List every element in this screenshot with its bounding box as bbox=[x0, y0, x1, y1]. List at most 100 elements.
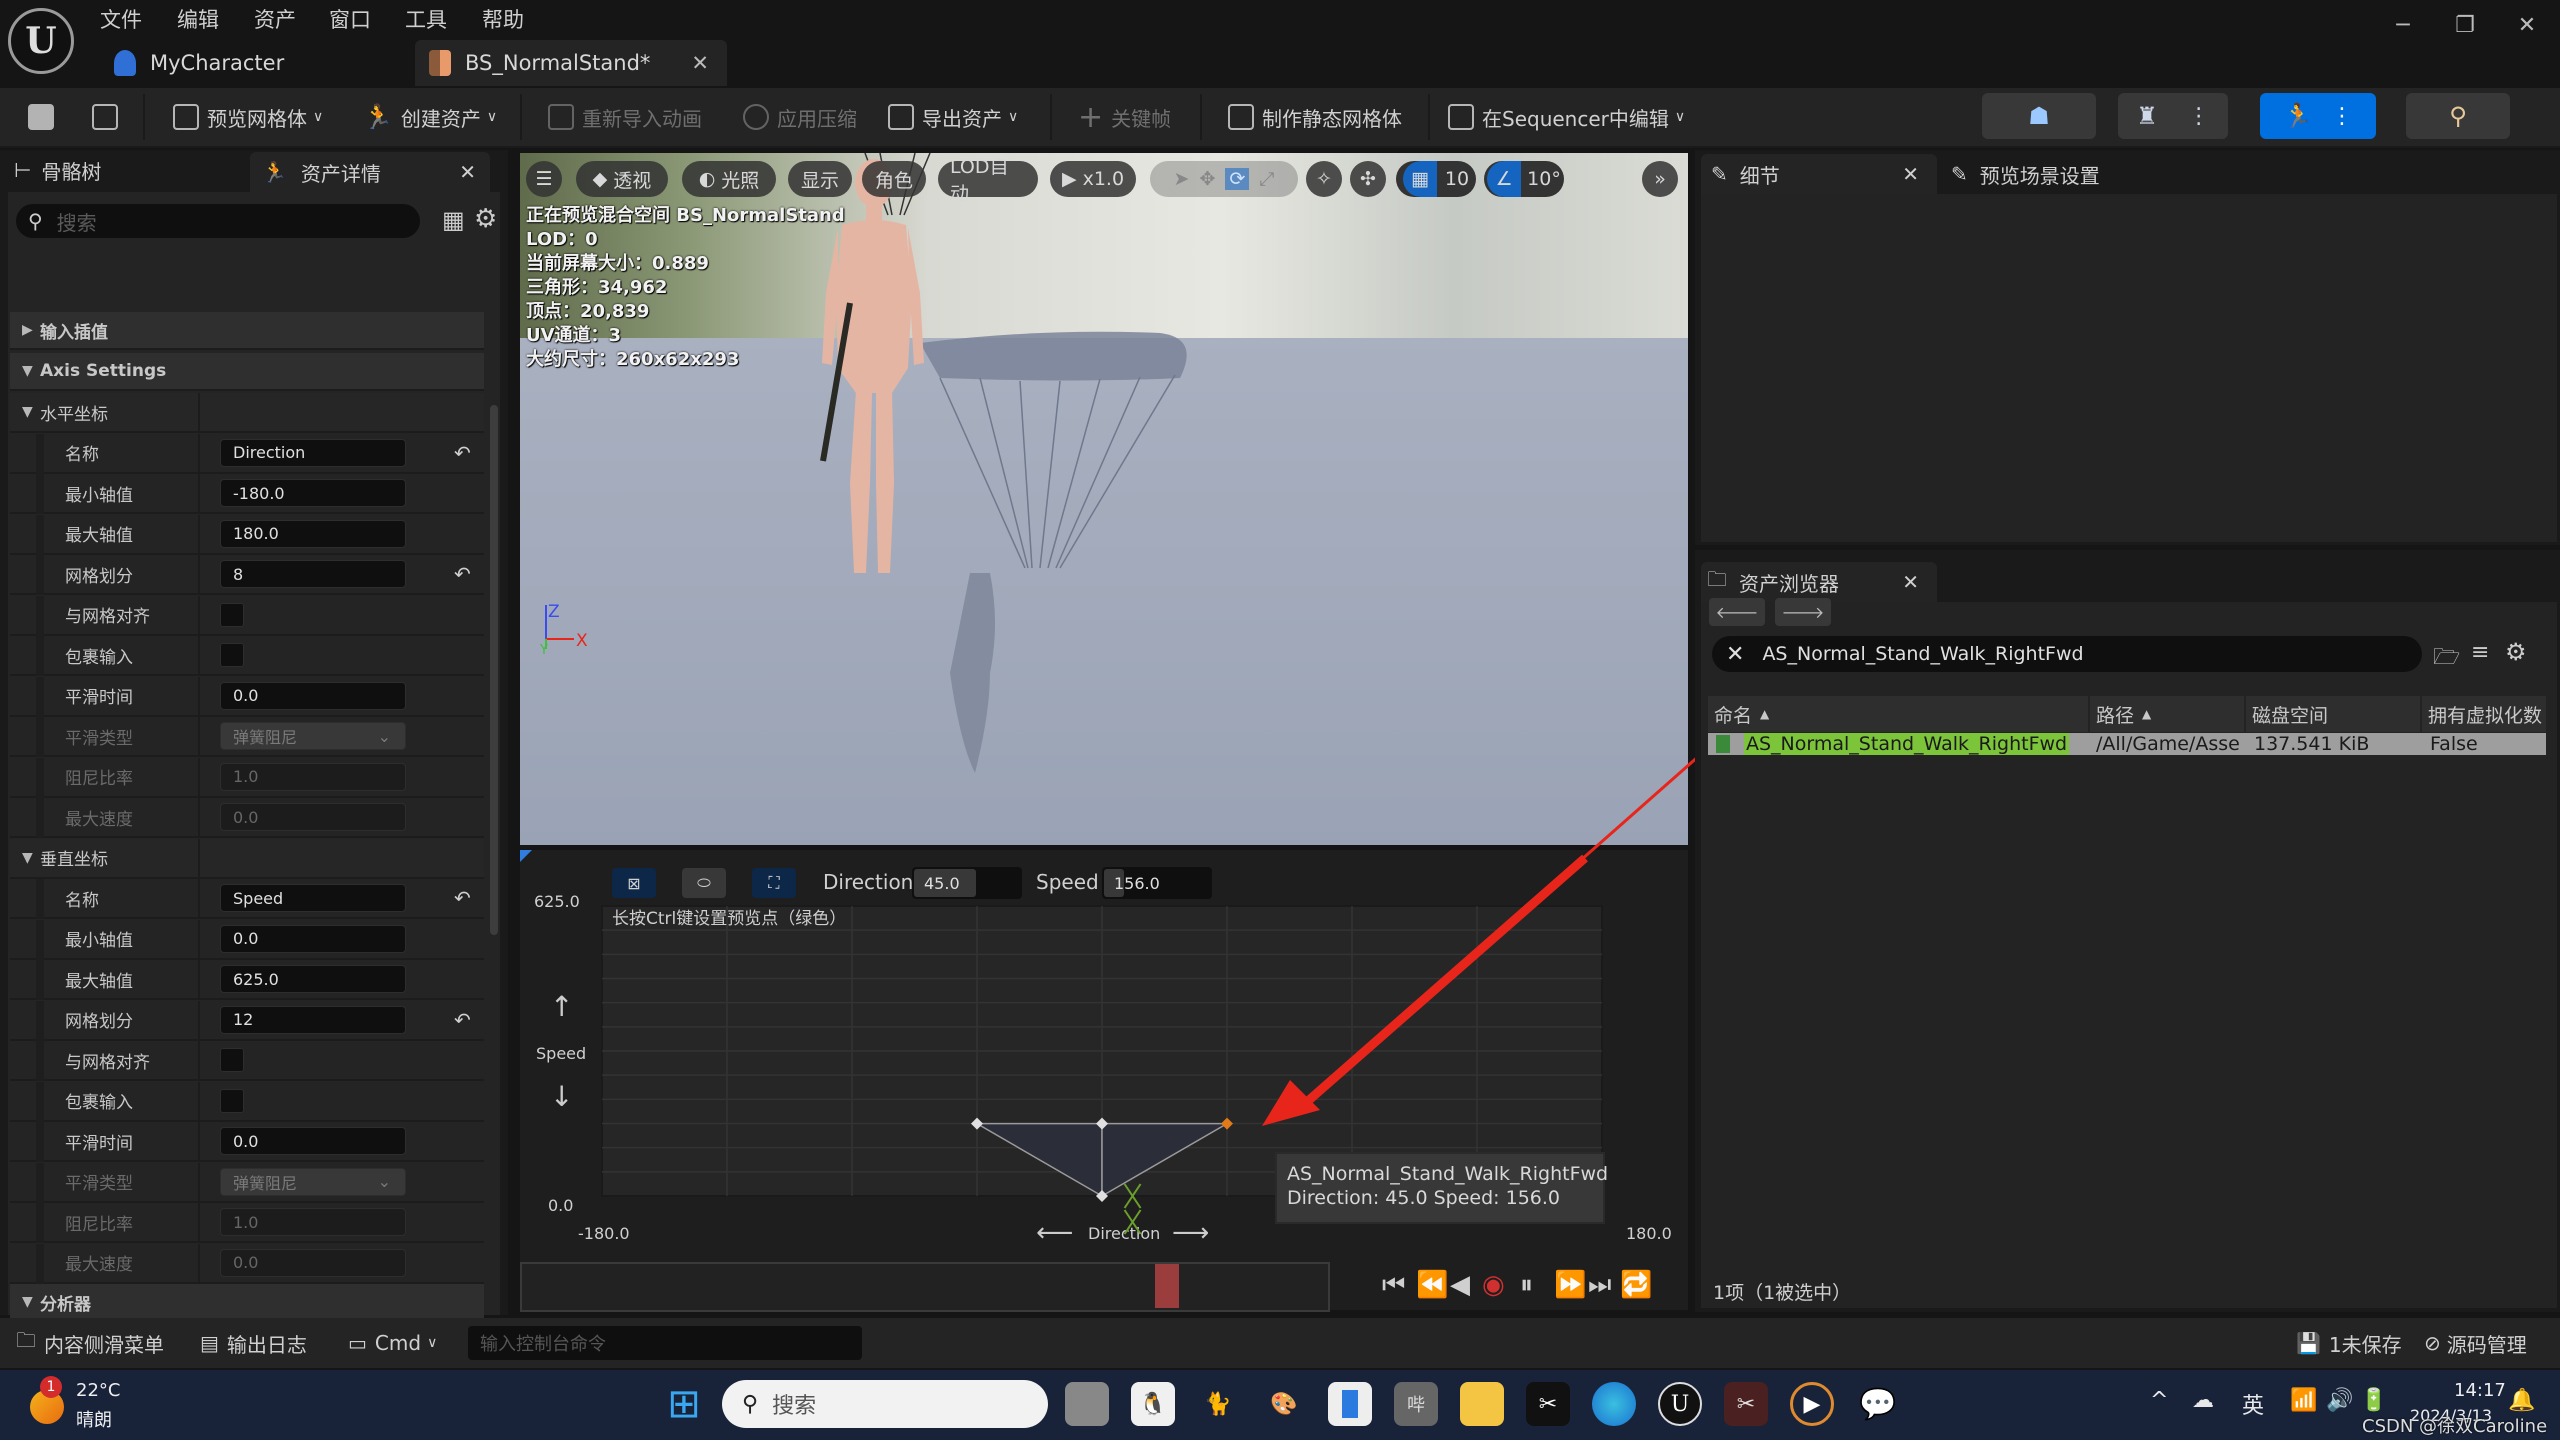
reset-to-default-icon[interactable]: ↶ bbox=[454, 562, 471, 586]
loop-button[interactable]: 🔁 bbox=[1620, 1270, 1652, 1300]
play-reverse-button[interactable]: ◀ bbox=[1450, 1270, 1470, 1300]
blend-space-editor[interactable]: ⊠ ⬭ ⛶ Direction 45.0 Speed 156.0 625.0 0… bbox=[520, 850, 1688, 1312]
create-asset-button[interactable]: 🏃 创建资产 ∨ bbox=[355, 88, 505, 146]
edge-icon[interactable] bbox=[1592, 1382, 1636, 1426]
file-explorer-icon[interactable] bbox=[1460, 1382, 1504, 1426]
value-field[interactable]: 12 bbox=[220, 1005, 406, 1034]
filter-icon[interactable]: ≡ bbox=[2471, 640, 2489, 665]
paint-icon[interactable]: 🎨 bbox=[1262, 1382, 1306, 1426]
collapse-arrow-icon[interactable]: ▼ bbox=[22, 850, 33, 866]
step-back-button[interactable]: ⏪ bbox=[1416, 1270, 1448, 1300]
tab-bs-normalstand[interactable]: BS_NormalStand* ✕ bbox=[415, 40, 727, 86]
edit-in-sequencer-button[interactable]: 在Sequencer中编辑 ∨ bbox=[1440, 88, 1693, 146]
onedrive-icon[interactable]: ☁ bbox=[2192, 1388, 2214, 1413]
app-window-icon[interactable] bbox=[1328, 1382, 1372, 1426]
folder-person-icon[interactable]: 🗁 bbox=[2433, 640, 2460, 678]
forward-button[interactable]: 🡒 bbox=[1775, 598, 1831, 626]
close-window-button[interactable]: ✕ bbox=[2502, 10, 2552, 40]
export-asset-button[interactable]: 导出资产 ∨ bbox=[880, 88, 1026, 146]
make-static-mesh-button[interactable]: 制作静态网格体 bbox=[1220, 88, 1410, 146]
viewport-menu-button[interactable]: ☰ bbox=[526, 161, 562, 197]
grid-snap-button[interactable]: ▦ 10 bbox=[1396, 161, 1476, 197]
world-local-button[interactable]: ✧ bbox=[1306, 161, 1342, 197]
reset-to-default-icon[interactable]: ↶ bbox=[454, 1008, 471, 1032]
cat-app-icon[interactable]: 🐈 bbox=[1196, 1382, 1240, 1426]
value-field[interactable]: 0.0 bbox=[220, 681, 406, 710]
console-command-input[interactable]: 输入控制台命令 bbox=[468, 1326, 862, 1360]
back-button[interactable]: 🡐 bbox=[1709, 598, 1765, 626]
value-field[interactable]: 0.0 bbox=[220, 1127, 406, 1155]
skeleton-mode-button[interactable]: ☗ bbox=[1982, 93, 2096, 139]
battery-icon[interactable]: 🔋 bbox=[2360, 1388, 2387, 1413]
close-icon[interactable]: ✕ bbox=[1902, 162, 1919, 186]
cmd-selector[interactable]: ▭ Cmd ∨ bbox=[348, 1318, 437, 1368]
start-button[interactable]: ⊞ bbox=[662, 1381, 706, 1427]
save-button[interactable] bbox=[20, 88, 70, 146]
content-drawer-button[interactable]: 🗀 内容侧滑菜单 bbox=[16, 1318, 164, 1368]
pause-button[interactable]: ⏸ bbox=[1520, 1270, 1533, 1301]
subcategory-header[interactable]: ▼ 水平坐标 bbox=[10, 393, 484, 433]
reset-to-default-icon[interactable]: ↶ bbox=[454, 886, 471, 910]
surface-snap-button[interactable]: ✣ bbox=[1350, 161, 1386, 197]
weather-desc[interactable]: 晴朗 bbox=[76, 1406, 112, 1432]
reimport-button[interactable]: 重新导入动画 bbox=[540, 88, 710, 146]
taskbar-search[interactable]: ⚲ 搜索 bbox=[722, 1380, 1048, 1428]
value-field[interactable]: 8 bbox=[220, 560, 406, 588]
column-path[interactable]: 路径 ▲ bbox=[2090, 696, 2244, 732]
tab-mycharacter[interactable]: MyCharacter bbox=[100, 40, 380, 86]
more-options-icon[interactable]: ⋮ bbox=[2331, 104, 2353, 129]
wifi-icon[interactable]: 📶 bbox=[2290, 1388, 2317, 1413]
category-header[interactable]: ▼ Axis Settings bbox=[10, 352, 484, 391]
mesh-mode-button[interactable]: ♜ ⋮ bbox=[2118, 93, 2228, 139]
apply-compression-button[interactable]: 应用压缩 bbox=[735, 88, 865, 146]
output-log-button[interactable]: ▤ 输出日志 bbox=[200, 1318, 307, 1368]
lighting-button[interactable]: ◐ 光照 bbox=[682, 161, 776, 197]
add-key-button[interactable]: + 关键帧 bbox=[1070, 88, 1179, 146]
value-field[interactable]: Direction bbox=[220, 438, 406, 467]
tab-details[interactable]: ✎ 细节 ✕ bbox=[1701, 154, 1937, 194]
snipping-tool-icon[interactable]: ✂ bbox=[1724, 1382, 1768, 1426]
notification-bell-icon[interactable]: 🔔 bbox=[2508, 1388, 2535, 1413]
qq-icon[interactable]: 🐧 bbox=[1131, 1382, 1175, 1426]
preview-mesh-button[interactable]: 预览网格体 ∨ bbox=[165, 88, 331, 146]
source-control-button[interactable]: ⊘ 源码管理 bbox=[2424, 1318, 2527, 1368]
unreal-engine-icon[interactable]: U bbox=[1658, 1382, 1702, 1426]
record-button[interactable]: ◉ bbox=[1482, 1270, 1505, 1300]
close-icon[interactable]: ✕ bbox=[1902, 570, 1919, 594]
menu-tools[interactable]: 工具 bbox=[405, 2, 447, 36]
tray-overflow-icon[interactable]: ^ bbox=[2150, 1388, 2168, 1413]
playhead[interactable] bbox=[1154, 1264, 1179, 1308]
capcut-icon[interactable]: ✂ bbox=[1526, 1382, 1570, 1426]
more-options-icon[interactable]: ⋮ bbox=[2188, 104, 2210, 129]
bilibili-icon[interactable]: 哔 bbox=[1394, 1382, 1438, 1426]
perspective-button[interactable]: ◆ 透视 bbox=[576, 161, 668, 197]
playback-speed-button[interactable]: ▶ x1.0 bbox=[1050, 161, 1136, 197]
clear-search-icon[interactable]: ✕ bbox=[1726, 642, 1744, 667]
volume-icon[interactable]: 🔊 bbox=[2326, 1388, 2353, 1413]
jump-to-end-button[interactable]: ⏭ bbox=[1588, 1270, 1611, 1301]
unreal-logo-icon[interactable]: U bbox=[8, 8, 74, 74]
value-field[interactable]: Speed bbox=[220, 884, 406, 912]
clock-time[interactable]: 14:17 bbox=[2454, 1380, 2506, 1401]
close-tab-icon[interactable]: ✕ bbox=[691, 51, 709, 75]
transform-tools[interactable]: ➤ ✥ ⟳ ⤢ bbox=[1150, 161, 1298, 197]
menu-help[interactable]: 帮助 bbox=[482, 2, 524, 36]
rotation-snap-button[interactable]: ∠ 10° bbox=[1484, 161, 1564, 197]
checkbox[interactable] bbox=[220, 643, 244, 667]
tab-preview-scene-settings[interactable]: ✎ 预览场景设置 bbox=[1945, 154, 2205, 194]
menu-asset[interactable]: 资产 bbox=[254, 2, 296, 36]
show-button[interactable]: 显示 bbox=[788, 161, 852, 197]
gear-icon[interactable]: ⚙ bbox=[2505, 638, 2527, 666]
preview-viewport[interactable]: Z X Y ☰ ◆ 透视 ◐ 光照 显示 角色 LOD自动 ▶ x1.0 ➤ ✥ ⟳ ⤢ ✧… bbox=[520, 153, 1688, 845]
task-view-icon[interactable] bbox=[1065, 1382, 1109, 1426]
animation-mode-button[interactable]: 🏃 ⋮ bbox=[2260, 93, 2376, 139]
scrollbar[interactable] bbox=[490, 405, 498, 935]
browse-button[interactable] bbox=[84, 88, 134, 146]
character-button[interactable]: 角色 bbox=[862, 161, 926, 197]
asset-search-input[interactable]: ✕ AS_Normal_Stand_Walk_RightFwd bbox=[1712, 636, 2422, 672]
value-field[interactable]: -180.0 bbox=[220, 479, 406, 507]
checkbox[interactable] bbox=[220, 1088, 244, 1113]
tab-asset-browser[interactable]: 🗀 资产浏览器 ✕ bbox=[1701, 562, 1937, 602]
menu-file[interactable]: 文件 bbox=[100, 2, 142, 36]
subcategory-header[interactable]: ▼ 垂直坐标 bbox=[10, 838, 484, 879]
